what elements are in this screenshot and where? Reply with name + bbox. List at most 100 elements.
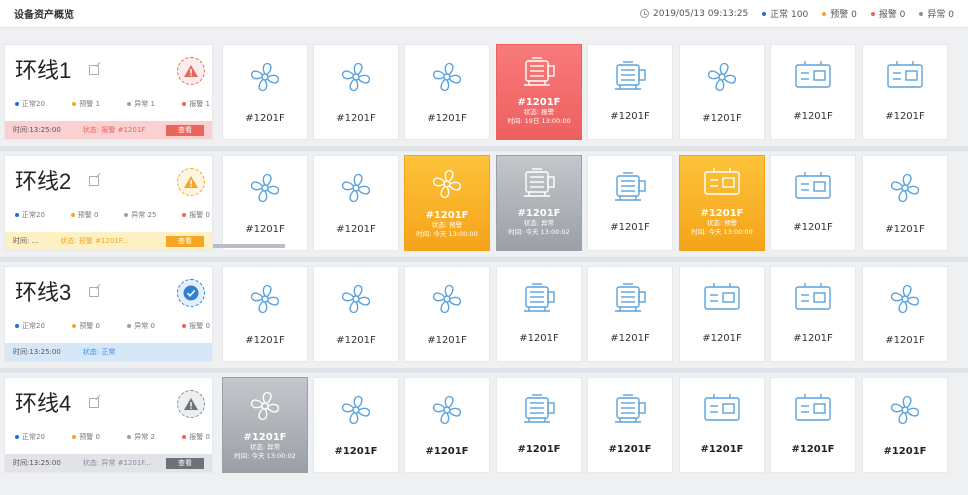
device-code: #1201F [700, 444, 744, 455]
stat-label: 预警 0 [77, 211, 99, 219]
device-tile[interactable]: #1201F [862, 44, 948, 140]
line-footer: 时间: ... 状态: 预警 #1201F... 查看 [5, 232, 212, 250]
device-tile[interactable]: #1201F [862, 155, 948, 251]
stat-item: 预警 0 [72, 432, 100, 442]
device-tile[interactable]: #1201F [862, 266, 948, 362]
stat-label: 报警 0 [189, 433, 210, 441]
device-tile[interactable]: #1201F [313, 155, 399, 251]
motor-icon [611, 45, 649, 97]
device-tile[interactable]: #1201F [313, 377, 399, 473]
device-tile[interactable]: #1201F 状态: 预警 时间: 今天 13:00:00 [679, 155, 765, 251]
stat-item: 预警 0 [72, 321, 100, 331]
device-code: #1201F [427, 113, 467, 124]
line-footer: 时间:13:25:00 状态: 异常 #1201F... 查看 [5, 454, 212, 472]
line-footer: 时间:13:25:00 状态: 正常 [5, 343, 212, 361]
line-name: 环线4 [15, 391, 72, 416]
device-tile[interactable]: #1201F [862, 377, 948, 473]
dot-icon [182, 213, 187, 217]
box-icon [885, 45, 925, 97]
device-tile[interactable]: #1201F [679, 266, 765, 362]
device-time: 时间: 今天 13:00:02 [508, 228, 570, 236]
box-icon [793, 45, 833, 97]
device-tile[interactable]: #1201F [587, 44, 673, 140]
fan-icon [247, 156, 283, 210]
stat-item: 异常 0 [127, 321, 155, 331]
box-icon [702, 156, 742, 204]
footer-time: 时间: ... [13, 237, 39, 245]
stat-item: 正常20 [15, 432, 45, 442]
device-tile[interactable]: #1201F [404, 266, 490, 362]
dot-icon [15, 324, 19, 328]
device-tile[interactable]: #1201F [222, 155, 308, 251]
box-icon [793, 267, 833, 319]
device-tile[interactable]: #1201F [222, 266, 308, 362]
device-code: #1201F [245, 113, 285, 124]
fan-icon [887, 156, 923, 210]
device-code: #1201F [517, 444, 561, 455]
device-code: #1201F [793, 333, 833, 344]
device-code: #1201F [700, 208, 744, 219]
line-footer: 时间:13:25:00 状态: 报警 #1201F 查看 [5, 121, 212, 139]
box-icon [793, 378, 833, 430]
device-tile[interactable]: #1201F [404, 377, 490, 473]
fan-icon [338, 267, 374, 321]
edit-icon[interactable] [89, 65, 99, 75]
edit-icon[interactable] [89, 398, 99, 408]
device-code: #1201F [336, 113, 376, 124]
device-tile[interactable]: #1201F [770, 155, 856, 251]
stat-item: 正常20 [15, 321, 45, 331]
device-time: 时间: 今天 13:00:00 [691, 228, 753, 236]
line-name: 环线3 [15, 280, 72, 305]
stat-item: 报警 1 [182, 99, 210, 109]
edit-icon[interactable] [89, 176, 99, 186]
device-code: #1201F [425, 446, 469, 457]
fan-icon [247, 267, 283, 321]
device-tile[interactable]: #1201F 状态: 异常 时间: 今天 13:00:02 [222, 377, 308, 473]
fan-icon [247, 45, 283, 99]
device-code: #1201F [517, 97, 561, 108]
device-tile[interactable]: #1201F 状态: 预警 时间: 今天 13:00:00 [404, 155, 490, 251]
dot-icon [127, 435, 132, 439]
device-tile[interactable]: #1201F [770, 44, 856, 140]
device-tile[interactable]: #1201F 状态: 报警 时间: 19日 13:00:00 [496, 44, 582, 140]
device-tile[interactable]: #1201F [587, 155, 673, 251]
view-button[interactable]: 查看 [166, 124, 204, 136]
motor-icon [520, 156, 558, 204]
device-tile[interactable]: #1201F [770, 266, 856, 362]
device-tile[interactable]: #1201F [496, 377, 582, 473]
dot-icon [15, 102, 19, 106]
dot-icon [822, 11, 827, 16]
fan-icon [247, 378, 283, 428]
device-tile[interactable]: #1201F [222, 44, 308, 140]
device-tile[interactable]: #1201F [313, 266, 399, 362]
device-code: #1201F [885, 224, 925, 235]
device-code: #1201F [702, 113, 742, 124]
stat-item: 异常 25 [124, 210, 156, 220]
view-button[interactable]: 查看 [166, 235, 204, 247]
device-code: #1201F [336, 224, 376, 235]
device-tile[interactable]: #1201F [679, 44, 765, 140]
device-tile[interactable]: #1201F [404, 44, 490, 140]
edit-icon[interactable] [89, 287, 99, 297]
status-alarm: 报警 0 [870, 7, 906, 20]
status-alarm-label: 报警 0 [878, 10, 906, 20]
fan-icon [429, 267, 465, 321]
top-bar: 设备资产概览 2019/05/13 09:13:25 正常 100 预警 0 报… [0, 0, 968, 28]
dot-icon [127, 102, 132, 106]
device-tile[interactable]: #1201F [587, 266, 673, 362]
device-tile[interactable]: #1201F [770, 377, 856, 473]
line-stats: 正常20 预警 0 异常 25 报警 0 [15, 210, 210, 220]
device-tile[interactable]: #1201F [313, 44, 399, 140]
device-tile[interactable]: #1201F [496, 266, 582, 362]
device-tile[interactable]: #1201F [679, 377, 765, 473]
device-tile[interactable]: #1201F 状态: 异常 时间: 今天 13:00:02 [496, 155, 582, 251]
motor-icon [611, 267, 649, 319]
fan-icon [429, 378, 465, 432]
dot-icon [870, 11, 875, 16]
view-button[interactable]: 查看 [166, 457, 204, 469]
device-tile[interactable]: #1201F [587, 377, 673, 473]
device-code: #1201F [610, 333, 650, 344]
device-status: 状态: 异常 [249, 443, 281, 451]
status-abnormal-label: 异常 0 [927, 10, 954, 20]
horizontal-scrollbar[interactable] [213, 244, 285, 248]
